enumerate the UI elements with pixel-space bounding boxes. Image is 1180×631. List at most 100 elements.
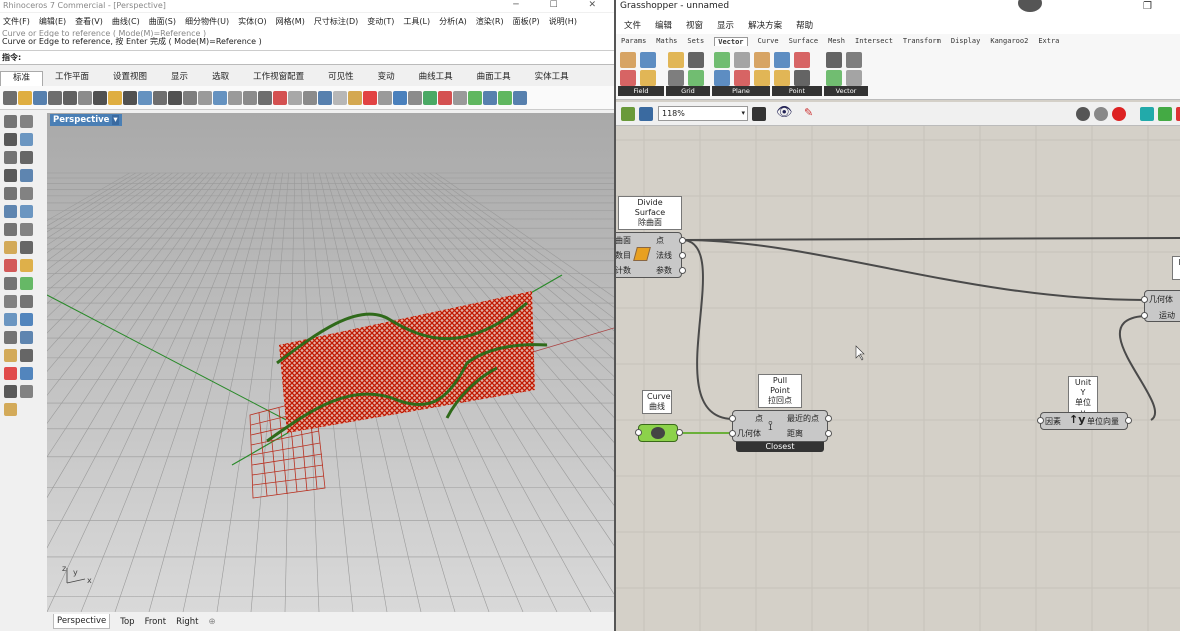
side-tool-icon[interactable] xyxy=(4,349,17,362)
zoom-select[interactable]: 118% ▾ xyxy=(658,106,748,121)
side-tool-icon[interactable] xyxy=(20,385,33,398)
component-icon[interactable] xyxy=(688,52,704,68)
unit-y-input-factor[interactable]: 因素 xyxy=(1045,416,1061,427)
gh-menu-item[interactable]: 文件 xyxy=(624,19,641,31)
pull-input-point[interactable]: 点 xyxy=(755,413,763,424)
restore-icon[interactable]: ❐ xyxy=(1143,0,1152,13)
side-tool-icon[interactable] xyxy=(20,349,33,362)
side-tool-icon[interactable] xyxy=(20,241,33,254)
divide-output-normals[interactable]: 法线 xyxy=(656,250,672,261)
gh-menu-item[interactable]: 视窗 xyxy=(686,19,703,31)
rhino-menu-item[interactable]: 文件(F) xyxy=(3,16,30,27)
side-tool-icon[interactable] xyxy=(20,277,33,290)
pull-point-mode[interactable]: Closest xyxy=(736,442,824,452)
toolbar-tool-icon[interactable] xyxy=(303,90,317,105)
toolbar-tool-icon[interactable] xyxy=(438,90,452,105)
component-icon[interactable] xyxy=(734,70,750,86)
gh-category-tab[interactable]: Mesh xyxy=(828,37,845,45)
pull-output-closest[interactable]: 最近的点 xyxy=(787,413,819,424)
toolbar-tool-icon[interactable] xyxy=(243,90,257,105)
side-tool-icon[interactable] xyxy=(4,295,17,308)
toolbar-tool-icon[interactable] xyxy=(318,90,332,105)
side-tool-icon[interactable] xyxy=(20,169,33,182)
side-tool-icon[interactable] xyxy=(20,115,33,128)
toolbar-tool-icon[interactable] xyxy=(153,90,167,105)
viewport-tab[interactable]: Perspective xyxy=(53,614,111,629)
toolbar-tab[interactable]: 选取 xyxy=(200,71,241,86)
side-tool-icon[interactable] xyxy=(4,385,17,398)
toolbar-tool-icon[interactable] xyxy=(258,90,272,105)
window-buttons[interactable]: ─ ☐ ✕ xyxy=(513,0,610,11)
rhino-menu-item[interactable]: 编辑(E) xyxy=(39,16,66,27)
output-grip[interactable] xyxy=(1125,417,1132,424)
input-grip[interactable] xyxy=(1141,312,1148,319)
output-grip[interactable] xyxy=(679,267,686,274)
toolbar-tool-icon[interactable] xyxy=(498,90,512,105)
toolbar-tool-icon[interactable] xyxy=(483,90,497,105)
rhino-menu-item[interactable]: 细分物件(U) xyxy=(185,16,229,27)
gh-category-tab[interactable]: Extra xyxy=(1038,37,1059,45)
perspective-viewport[interactable]: z y x xyxy=(47,113,614,612)
rhino-menu-item[interactable]: 工具(L) xyxy=(403,16,430,27)
component-icon[interactable] xyxy=(620,52,636,68)
gh-category-tab[interactable]: Kangaroo2 xyxy=(990,37,1028,45)
component-icon[interactable] xyxy=(774,52,790,68)
viewport-title[interactable]: Perspective ▾ xyxy=(50,114,122,126)
open-file-icon[interactable] xyxy=(621,107,635,121)
toolbar-tab[interactable]: 变动 xyxy=(366,71,407,86)
rhino-menu-item[interactable]: 分析(A) xyxy=(439,16,467,27)
output-grip[interactable] xyxy=(825,415,832,422)
rhino-menu-item[interactable]: 曲线(C) xyxy=(112,16,140,27)
eye-icon[interactable]: 👁 xyxy=(776,105,793,120)
curve-param-component[interactable] xyxy=(635,424,683,442)
gh-menu-item[interactable]: 显示 xyxy=(717,19,734,31)
gh-category-tab[interactable]: Params xyxy=(621,37,646,45)
toolbar-tool-icon[interactable] xyxy=(168,90,182,105)
side-tool-icon[interactable] xyxy=(20,205,33,218)
move-input-geometry[interactable]: 几何体 xyxy=(1149,294,1173,305)
side-tool-icon[interactable] xyxy=(20,133,33,146)
input-grip[interactable] xyxy=(729,415,736,422)
side-tool-icon[interactable] xyxy=(4,277,17,290)
gh-category-tab[interactable]: Maths xyxy=(656,37,677,45)
toolbar-tab[interactable]: 曲面工具 xyxy=(465,71,523,86)
rhino-menu-item[interactable]: 变动(T) xyxy=(367,16,394,27)
divide-surface-component[interactable]: 曲面 数目 计数 点 法线 参数 xyxy=(616,232,686,278)
toolbar-tool-icon[interactable] xyxy=(273,90,287,105)
gh-category-tab[interactable]: Vector xyxy=(714,36,748,46)
pen-icon[interactable]: ✎ xyxy=(804,106,813,119)
toolbar-tool-icon[interactable] xyxy=(378,90,392,105)
toolbar-tool-icon[interactable] xyxy=(78,90,92,105)
gh-category-tab[interactable]: Sets xyxy=(687,37,704,45)
sketch-icon[interactable] xyxy=(752,107,766,121)
gh-menu-item[interactable]: 帮助 xyxy=(796,19,813,31)
viewport-tab[interactable]: Front xyxy=(145,617,167,627)
output-grip[interactable] xyxy=(679,237,686,244)
component-icon[interactable] xyxy=(826,52,842,68)
input-grip[interactable] xyxy=(1037,417,1044,424)
side-tool-icon[interactable] xyxy=(20,295,33,308)
side-tool-icon[interactable] xyxy=(4,169,17,182)
toolbar-tab[interactable]: 显示 xyxy=(159,71,200,86)
component-icon[interactable] xyxy=(668,70,684,86)
save-icon[interactable] xyxy=(639,107,653,121)
side-tool-icon[interactable] xyxy=(4,367,17,380)
component-icon[interactable] xyxy=(668,52,684,68)
gh-category-tab[interactable]: Display xyxy=(951,37,981,45)
side-tool-icon[interactable] xyxy=(4,115,17,128)
move-component[interactable]: 几何体 运动 xyxy=(1141,290,1180,322)
unit-y-output-vector[interactable]: 单位向量 xyxy=(1087,416,1119,427)
pull-point-component[interactable]: 点 几何体 ⟟ 最近的点 距离 xyxy=(729,410,832,442)
toolbar-tool-icon[interactable] xyxy=(513,90,527,105)
component-icon[interactable] xyxy=(640,52,656,68)
divide-input-v[interactable]: 计数 xyxy=(616,265,631,276)
gh-category-tab[interactable]: Surface xyxy=(789,37,819,45)
component-icon[interactable] xyxy=(714,70,730,86)
component-icon[interactable] xyxy=(754,70,770,86)
rhino-menu-item[interactable]: 面板(P) xyxy=(513,16,540,27)
rhino-menu-item[interactable]: 尺寸标注(D) xyxy=(314,16,358,27)
divide-output-parameters[interactable]: 参数 xyxy=(656,265,672,276)
add-viewport-icon[interactable]: ⊕ xyxy=(208,617,215,627)
toolbar-tab[interactable]: 实体工具 xyxy=(523,71,581,86)
component-icon[interactable] xyxy=(846,70,862,86)
